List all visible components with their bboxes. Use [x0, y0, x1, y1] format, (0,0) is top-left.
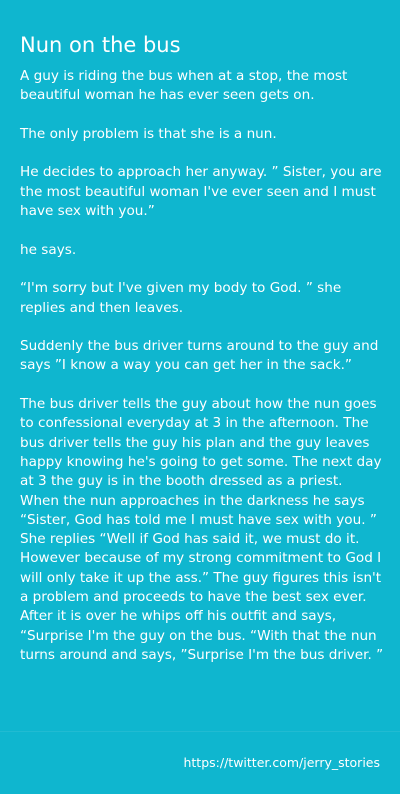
- source-link[interactable]: https://twitter.com/jerry_stories: [183, 754, 380, 772]
- story-card: Nun on the bus A guy is riding the bus w…: [0, 0, 400, 794]
- footer-divider: [0, 731, 400, 732]
- story-paragraph: He decides to approach her anyway. ” Sis…: [20, 164, 382, 220]
- story-paragraph: The bus driver tells the guy about how t…: [20, 396, 384, 663]
- story-body: A guy is riding the bus when at a stop, …: [20, 67, 385, 665]
- story-title: Nun on the bus: [20, 33, 181, 57]
- story-paragraph: The only problem is that she is a nun.: [20, 125, 277, 142]
- story-paragraph: he says.: [20, 241, 77, 258]
- story-paragraph: A guy is riding the bus when at a stop, …: [20, 68, 348, 104]
- story-paragraph: Suddenly the bus driver turns around to …: [20, 338, 379, 374]
- story-paragraph: “I'm sorry but I've given my body to God…: [20, 280, 342, 316]
